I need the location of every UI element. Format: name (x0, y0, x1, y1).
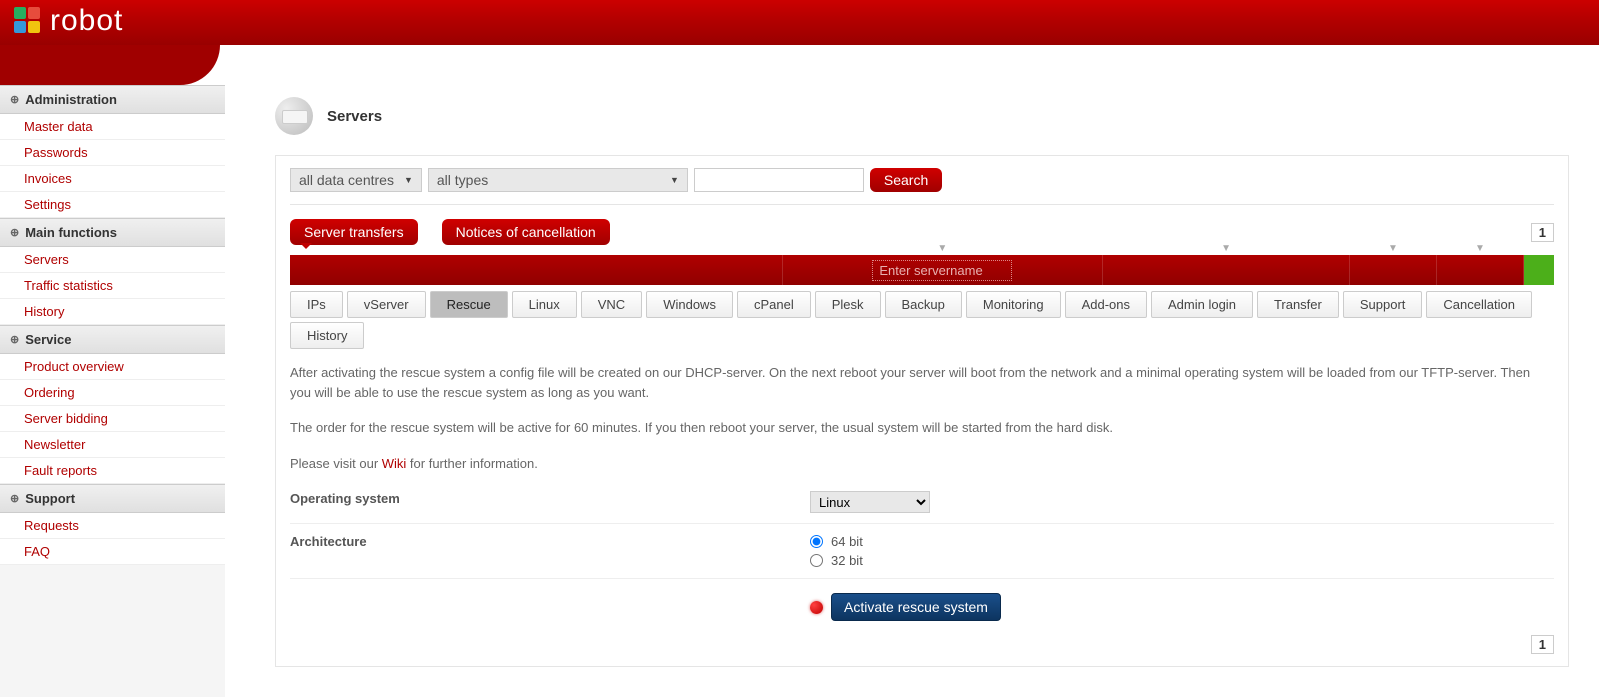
arch-option-64-bit[interactable]: 64 bit (810, 534, 863, 549)
info-p3: Please visit our Wiki for further inform… (290, 446, 1554, 482)
sidebar-item-passwords[interactable]: Passwords (0, 140, 225, 166)
sidebar-item-newsletter[interactable]: Newsletter (0, 432, 225, 458)
type-value: all types (437, 172, 488, 188)
sidebar-item-history[interactable]: History (0, 299, 225, 325)
tab-vserver[interactable]: vServer (347, 291, 426, 318)
datacentre-select[interactable]: all data centres ▼ (290, 168, 422, 192)
tab-windows[interactable]: Windows (646, 291, 733, 318)
info-p2: The order for the rescue system will be … (290, 410, 1554, 446)
header-curve (0, 45, 220, 85)
filter-row: all data centres ▼ all types ▼ Search (290, 168, 1554, 205)
server-row[interactable]: ▼ ▼ ▼ ▼ (290, 255, 1554, 285)
expand-icon: ⊕ (10, 333, 19, 346)
arch-row: Architecture 64 bit 32 bit (290, 524, 1554, 579)
expand-icon: ⊕ (10, 492, 19, 505)
wiki-link[interactable]: Wiki (382, 456, 407, 471)
search-input[interactable] (694, 168, 864, 192)
sidebar-section-administration[interactable]: ⊕Administration (0, 85, 225, 114)
arch-label: Architecture (290, 534, 810, 549)
os-label: Operating system (290, 491, 810, 506)
activate-row: Activate rescue system (290, 579, 1554, 625)
sidebar-item-fault-reports[interactable]: Fault reports (0, 458, 225, 484)
status-dot-icon (810, 601, 823, 614)
logo-icon (14, 7, 42, 35)
tab-monitoring[interactable]: Monitoring (966, 291, 1061, 318)
notices-cancellation-button[interactable]: Notices of cancellation (442, 219, 610, 245)
tab-plesk[interactable]: Plesk (815, 291, 881, 318)
server-icon (275, 97, 313, 135)
server-transfers-button[interactable]: Server transfers (290, 219, 418, 245)
arch-options: 64 bit 32 bit (810, 534, 863, 568)
logo[interactable]: robot (14, 4, 123, 38)
sidebar-item-faq[interactable]: FAQ (0, 539, 225, 565)
action-row: Server transfers Notices of cancellation… (290, 205, 1554, 249)
page-title: Servers (327, 108, 382, 125)
arch-radio[interactable] (810, 535, 823, 548)
tab-ips[interactable]: IPs (290, 291, 343, 318)
sidebar-item-traffic-statistics[interactable]: Traffic statistics (0, 273, 225, 299)
activate-rescue-button[interactable]: Activate rescue system (831, 593, 1001, 621)
servername-input[interactable] (872, 260, 1012, 281)
chevron-down-icon: ▼ (1221, 243, 1231, 254)
pagination-bottom-row: 1 (290, 625, 1554, 654)
os-select[interactable]: Linux (810, 491, 930, 513)
main-content: Servers all data centres ▼ all types ▼ S… (225, 85, 1599, 697)
info-p1: After activating the rescue system a con… (290, 355, 1554, 410)
chevron-down-icon: ▼ (1475, 243, 1485, 254)
caret-icon: ▼ (404, 175, 413, 185)
sidebar-section-support[interactable]: ⊕Support (0, 484, 225, 513)
pagination-bottom[interactable]: 1 (1531, 635, 1554, 654)
expand-icon: ⊕ (10, 226, 19, 239)
content-box: all data centres ▼ all types ▼ Search Se… (275, 155, 1569, 667)
chevron-down-icon: ▼ (937, 243, 947, 254)
type-select[interactable]: all types ▼ (428, 168, 688, 192)
tab-cpanel[interactable]: cPanel (737, 291, 811, 318)
sidebar-item-server-bidding[interactable]: Server bidding (0, 406, 225, 432)
sidebar-item-invoices[interactable]: Invoices (0, 166, 225, 192)
sidebar-item-product-overview[interactable]: Product overview (0, 354, 225, 380)
sidebar-item-requests[interactable]: Requests (0, 513, 225, 539)
tab-rescue[interactable]: Rescue (430, 291, 508, 318)
status-indicator (1524, 255, 1554, 285)
arch-radio[interactable] (810, 554, 823, 567)
caret-icon: ▼ (670, 175, 679, 185)
arch-option-32-bit[interactable]: 32 bit (810, 553, 863, 568)
logo-text: robot (50, 4, 123, 38)
tab-add-ons[interactable]: Add-ons (1065, 291, 1147, 318)
datacentre-value: all data centres (299, 172, 394, 188)
tab-admin-login[interactable]: Admin login (1151, 291, 1253, 318)
tabs: IPsvServerRescueLinuxVNCWindowscPanelPle… (290, 285, 1554, 355)
tab-linux[interactable]: Linux (512, 291, 577, 318)
tab-support[interactable]: Support (1343, 291, 1423, 318)
tab-cancellation[interactable]: Cancellation (1426, 291, 1532, 318)
sidebar-item-ordering[interactable]: Ordering (0, 380, 225, 406)
pagination-top[interactable]: 1 (1531, 223, 1554, 242)
sidebar-item-servers[interactable]: Servers (0, 247, 225, 273)
expand-icon: ⊕ (10, 93, 19, 106)
sidebar-item-master-data[interactable]: Master data (0, 114, 225, 140)
sub-header (0, 45, 1599, 85)
sidebar-section-service[interactable]: ⊕Service (0, 325, 225, 354)
sidebar-item-settings[interactable]: Settings (0, 192, 225, 218)
search-button[interactable]: Search (870, 168, 942, 192)
tab-backup[interactable]: Backup (885, 291, 962, 318)
sidebar: ⊕AdministrationMaster dataPasswordsInvoi… (0, 85, 225, 697)
os-row: Operating system Linux (290, 481, 1554, 524)
tab-history[interactable]: History (290, 322, 364, 349)
tab-vnc[interactable]: VNC (581, 291, 642, 318)
chevron-down-icon: ▼ (1388, 243, 1398, 254)
top-header: robot (0, 0, 1599, 45)
tab-transfer[interactable]: Transfer (1257, 291, 1339, 318)
sidebar-section-main-functions[interactable]: ⊕Main functions (0, 218, 225, 247)
